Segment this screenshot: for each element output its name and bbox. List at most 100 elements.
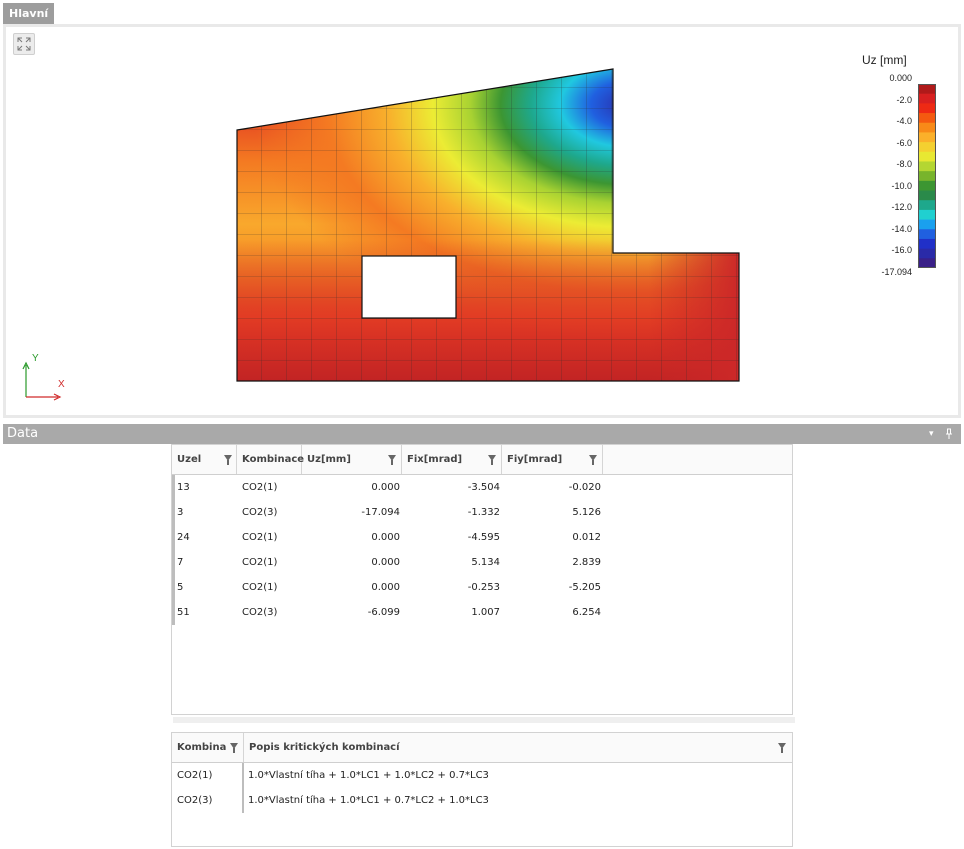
cell-fiy: 6.254 [572, 607, 601, 618]
legend-swatch [918, 171, 936, 182]
cell-fix: 1.007 [471, 607, 500, 618]
cell-uz: 0.000 [371, 532, 400, 543]
cell-kombinace: CO2(3) [177, 795, 213, 806]
legend-swatch [918, 103, 936, 114]
table-row[interactable]: 3 CO2(3) -17.094 -1.332 5.126 [172, 500, 792, 525]
cell-uzel: 24 [177, 532, 190, 543]
filter-icon[interactable] [224, 455, 232, 465]
filter-icon[interactable] [388, 455, 396, 465]
cell-fix: 5.134 [471, 557, 500, 568]
legend-label: -6.0 [896, 137, 912, 148]
cell-fiy: 0.012 [572, 532, 601, 543]
color-legend-bar [918, 84, 936, 268]
cell-uzel: 51 [177, 607, 190, 618]
combinations-table: Kombina Popis kritických kombinací CO2(1… [171, 732, 793, 847]
filter-icon[interactable] [589, 455, 597, 465]
cell-popis: 1.0*Vlastní tíha + 1.0*LC1 + 1.0*LC2 + 0… [248, 770, 489, 781]
results-table-header: Uzel Kombinace Uz[mm] Fix[mrad] Fiy[mrad… [172, 445, 792, 475]
legend-label: -16.0 [891, 245, 912, 255]
cell-fix: -0.253 [467, 582, 500, 593]
legend-swatch [918, 209, 936, 221]
tab-hlavni[interactable]: Hlavní [3, 3, 55, 24]
chevron-down-icon[interactable]: ▾ [929, 424, 934, 444]
table-row[interactable]: 5 CO2(1) 0.000 -0.253 -5.205 [172, 575, 792, 600]
column-header-popis[interactable]: Popis kritických kombinací [244, 733, 792, 762]
table-row[interactable]: 7 CO2(1) 0.000 5.134 2.839 [172, 550, 792, 575]
legend-swatch [918, 219, 936, 230]
legend-swatch [918, 132, 936, 143]
legend-swatch [918, 93, 936, 104]
legend-swatch [918, 190, 936, 201]
column-header-kombinace[interactable]: Kombinace [237, 445, 304, 474]
filter-icon[interactable] [778, 743, 786, 753]
legend-swatch [918, 229, 936, 240]
cell-uz: -6.099 [367, 607, 400, 618]
cell-uz: 0.000 [371, 482, 400, 493]
legend-label: 0.000 [889, 73, 912, 83]
legend-swatch [918, 258, 936, 268]
slab-contour-plot [236, 68, 740, 382]
data-panel-title: Data [7, 426, 39, 441]
table-row[interactable]: CO2(1) 1.0*Vlastní tíha + 1.0*LC1 + 1.0*L… [172, 763, 792, 788]
cell-kombinace: CO2(1) [242, 557, 278, 568]
cell-fiy: 2.839 [572, 557, 601, 568]
column-header-uz[interactable]: Uz[mm] [302, 445, 402, 474]
legend-swatch [918, 180, 936, 192]
cell-uz: 0.000 [371, 557, 400, 568]
axis-icon [22, 361, 62, 401]
column-header-uzel[interactable]: Uzel [172, 445, 237, 474]
document-tab-bar: Hlavní [0, 0, 964, 24]
legend-swatch [918, 122, 936, 133]
legend-label: -14.0 [891, 223, 912, 234]
filter-icon[interactable] [488, 455, 496, 465]
axis-label-x: X [58, 379, 65, 390]
cell-uzel: 3 [177, 507, 184, 518]
cell-uzel: 7 [177, 557, 184, 568]
panel-splitter[interactable] [173, 717, 795, 723]
contour-canvas[interactable]: Uz [mm] 0.000 -2.0 -4.0 -6.0 -8.0 -10.0 -12.0 -… [6, 27, 958, 415]
legend-label: -17.094 [881, 267, 912, 277]
cell-uzel: 13 [177, 482, 190, 493]
legend-swatch [918, 161, 936, 172]
legend-label: -10.0 [891, 180, 912, 191]
column-header-fix[interactable]: Fix[mrad] [402, 445, 502, 474]
legend-swatch [918, 113, 936, 124]
results-table: Uzel Kombinace Uz[mm] Fix[mrad] Fiy[mrad… [171, 444, 793, 715]
cell-uzel: 5 [177, 582, 184, 593]
cell-uz: -17.094 [361, 507, 400, 518]
legend-swatch [918, 200, 936, 211]
legend-swatch [918, 151, 936, 162]
cell-kombinace: CO2(1) [242, 532, 278, 543]
cell-fix: -4.595 [467, 532, 500, 543]
cell-uz: 0.000 [371, 582, 400, 593]
view-panel: Uz [mm] 0.000 -2.0 -4.0 -6.0 -8.0 -10.0 -12.0 -… [3, 24, 961, 418]
axis-label-y: Y [32, 353, 39, 364]
cell-fix: -1.332 [467, 507, 500, 518]
cell-fiy: -0.020 [568, 482, 601, 493]
cell-fiy: -5.205 [568, 582, 601, 593]
data-panel-header: Data ▾ [3, 424, 961, 444]
cell-kombinace: CO2(1) [242, 582, 278, 593]
table-row[interactable]: CO2(3) 1.0*Vlastní tíha + 1.0*LC1 + 0.7*L… [172, 788, 792, 813]
cell-fiy: 5.126 [572, 507, 601, 518]
column-header-fiy[interactable]: Fiy[mrad] [502, 445, 603, 474]
cell-kombinace: CO2(3) [242, 607, 278, 618]
table-row[interactable]: 51 CO2(3) -6.099 1.007 6.254 [172, 600, 792, 625]
cell-kombinace: CO2(1) [242, 482, 278, 493]
filter-icon[interactable] [230, 743, 238, 753]
combinations-table-header: Kombina Popis kritických kombinací [172, 733, 792, 763]
cell-kombinace: CO2(1) [177, 770, 213, 781]
cell-fix: -3.504 [467, 482, 500, 493]
legend-label: -4.0 [896, 116, 912, 126]
cell-kombinace: CO2(3) [242, 507, 278, 518]
legend-label: -2.0 [896, 94, 912, 105]
legend-swatch [918, 248, 936, 259]
legend-swatch [918, 238, 936, 250]
column-header-kombinace[interactable]: Kombina [172, 733, 244, 762]
table-row[interactable]: 24 CO2(1) 0.000 -4.595 0.012 [172, 525, 792, 550]
legend-swatch [918, 142, 936, 153]
table-row[interactable]: 13 CO2(1) 0.000 -3.504 -0.020 [172, 475, 792, 500]
legend-label: -8.0 [896, 159, 912, 169]
legend-title: Uz [mm] [862, 53, 907, 67]
cell-popis: 1.0*Vlastní tíha + 1.0*LC1 + 0.7*LC2 + 1… [248, 795, 489, 806]
